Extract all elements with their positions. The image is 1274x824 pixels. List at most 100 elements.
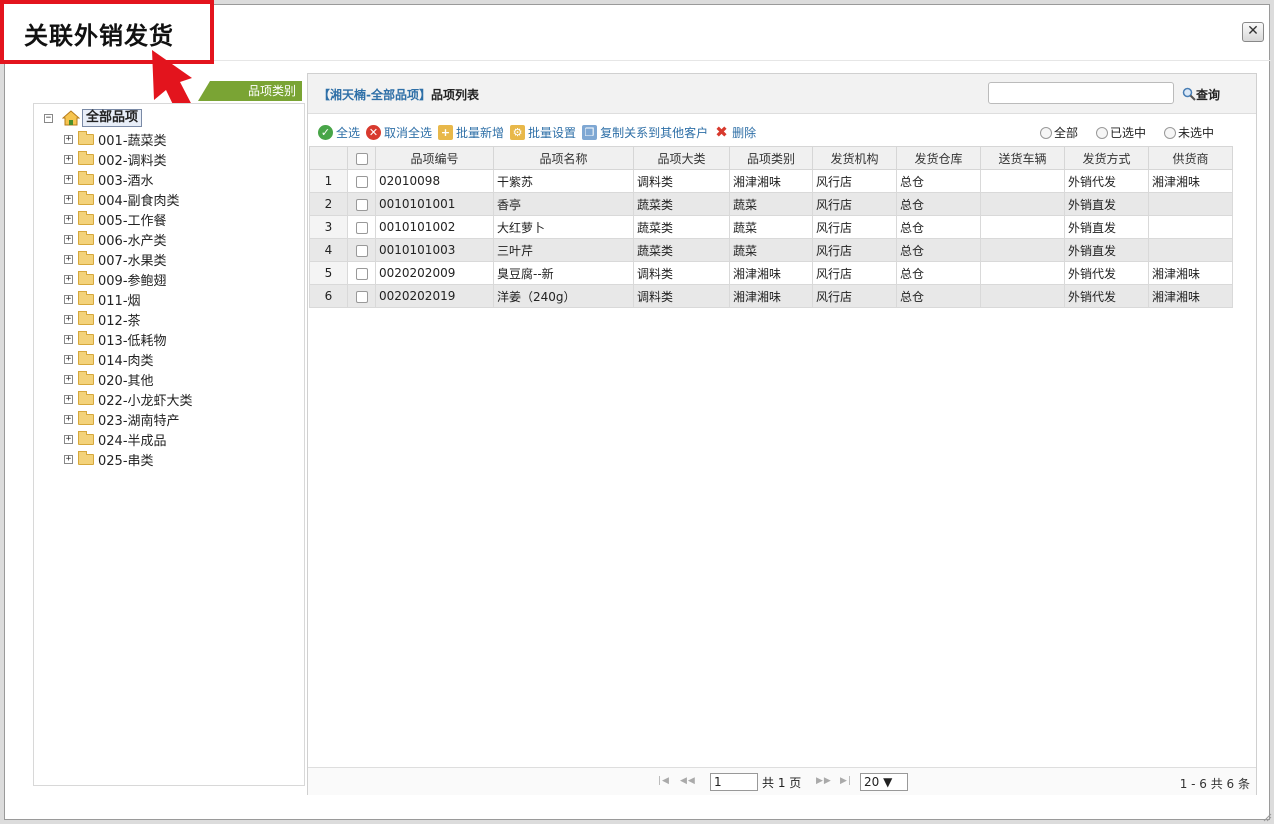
tree-node-label[interactable]: 022-小龙虾大类: [98, 390, 193, 409]
expand-icon[interactable]: +: [64, 274, 73, 284]
checkbox[interactable]: [355, 290, 368, 303]
batch-set-button[interactable]: ⚙ 批量设置: [510, 124, 576, 141]
tree-node-label[interactable]: 002-调料类: [98, 150, 167, 169]
expand-icon[interactable]: +: [64, 154, 73, 164]
expand-icon[interactable]: +: [64, 454, 73, 464]
tree-root-label[interactable]: 全部品项: [82, 109, 143, 127]
tree-node-label[interactable]: 003-酒水: [98, 170, 154, 189]
prev-page-button[interactable]: ◀◀: [680, 776, 696, 786]
deselect-all-button[interactable]: ✕ 取消全选: [366, 124, 432, 141]
expand-icon[interactable]: +: [64, 234, 73, 244]
filter-unselected-radio[interactable]: 未选中: [1164, 124, 1214, 141]
tree-node-label[interactable]: 011-烟: [98, 290, 141, 309]
tree-node[interactable]: +024-半成品: [64, 429, 193, 449]
expand-icon[interactable]: +: [64, 174, 73, 184]
checkbox[interactable]: [355, 267, 368, 280]
tree-node-label[interactable]: 025-串类: [98, 450, 154, 469]
table-row[interactable]: 4 0010101003 三叶芹 蔬菜类 蔬菜 风行店 总仓 外销直发: [309, 238, 1233, 262]
close-button[interactable]: ✕: [1242, 22, 1264, 42]
checkbox[interactable]: [355, 175, 368, 188]
tree-node[interactable]: +004-副食肉类: [64, 189, 193, 209]
resize-grip-icon[interactable]: [1262, 812, 1272, 822]
expand-icon[interactable]: +: [64, 334, 73, 344]
column-header[interactable]: 品项名称: [493, 146, 634, 170]
expand-icon[interactable]: +: [64, 394, 73, 404]
search-input[interactable]: [988, 82, 1174, 104]
radio-icon[interactable]: [1040, 126, 1052, 139]
row-checkbox-cell[interactable]: [347, 261, 376, 285]
table-row[interactable]: 1 02010098 干紫苏 调料类 湘津湘味 风行店 总仓 外销代发 湘津湘味: [309, 169, 1233, 193]
tree-node-label[interactable]: 013-低耗物: [98, 330, 167, 349]
tree-node[interactable]: +007-水果类: [64, 249, 193, 269]
tree-node-label[interactable]: 023-湖南特产: [98, 410, 180, 429]
column-header[interactable]: 送货车辆: [980, 146, 1065, 170]
select-all-button[interactable]: ✓ 全选: [318, 124, 360, 141]
row-checkbox-cell[interactable]: [347, 215, 376, 239]
table-row[interactable]: 5 0020202009 臭豆腐--新 调料类 湘津湘味 风行店 总仓 外销代发…: [309, 261, 1233, 285]
tree-node[interactable]: +013-低耗物: [64, 329, 193, 349]
expand-icon[interactable]: +: [64, 294, 73, 304]
radio-icon[interactable]: [1096, 126, 1109, 139]
row-checkbox-cell[interactable]: [347, 238, 376, 262]
expand-icon[interactable]: +: [64, 134, 73, 144]
tree-root-node[interactable]: − 全部品项: [44, 109, 143, 127]
column-header[interactable]: 品项大类: [633, 146, 730, 170]
search-button[interactable]: 查询: [1182, 84, 1220, 104]
tree-node[interactable]: +001-蔬菜类: [64, 129, 193, 149]
tree-node[interactable]: +011-烟: [64, 289, 193, 309]
page-size-select[interactable]: 20 ▼: [860, 773, 908, 791]
collapse-icon[interactable]: −: [44, 113, 53, 123]
expand-icon[interactable]: +: [64, 374, 73, 384]
tree-node-label[interactable]: 007-水果类: [98, 250, 167, 269]
last-page-button[interactable]: ▶|: [840, 776, 852, 786]
checkbox[interactable]: [355, 152, 368, 165]
expand-icon[interactable]: +: [64, 354, 73, 364]
tree-node[interactable]: +014-肉类: [64, 349, 193, 369]
expand-icon[interactable]: +: [64, 414, 73, 424]
expand-icon[interactable]: +: [64, 194, 73, 204]
row-checkbox-cell[interactable]: [347, 169, 376, 193]
tree-node-label[interactable]: 012-茶: [98, 310, 141, 329]
tree-node-label[interactable]: 004-副食肉类: [98, 190, 180, 209]
column-header[interactable]: 品项编号: [375, 146, 494, 170]
tree-node[interactable]: +022-小龙虾大类: [64, 389, 193, 409]
row-checkbox-cell[interactable]: [347, 192, 376, 216]
checkbox[interactable]: [355, 221, 368, 234]
expand-icon[interactable]: +: [64, 314, 73, 324]
expand-icon[interactable]: +: [64, 254, 73, 264]
tree-node-label[interactable]: 001-蔬菜类: [98, 130, 167, 149]
table-row[interactable]: 6 0020202019 洋姜（240g） 调料类 湘津湘味 风行店 总仓 外销…: [309, 284, 1233, 308]
tree-node[interactable]: +025-串类: [64, 449, 193, 469]
select-all-checkbox-header[interactable]: [347, 146, 376, 170]
copy-relation-button[interactable]: ❐ 复制关系到其他客户: [582, 124, 708, 141]
delete-button[interactable]: ✖ 删除: [714, 124, 756, 141]
tree-node-label[interactable]: 014-肉类: [98, 350, 154, 369]
tree-node[interactable]: +005-工作餐: [64, 209, 193, 229]
checkbox[interactable]: [355, 244, 368, 257]
tree-node[interactable]: +006-水产类: [64, 229, 193, 249]
column-header[interactable]: 发货方式: [1064, 146, 1149, 170]
tree-node[interactable]: +020-其他: [64, 369, 193, 389]
tree-node-label[interactable]: 009-参鲍翅: [98, 270, 167, 289]
page-number-input[interactable]: 1: [710, 773, 758, 791]
column-header[interactable]: 供货商: [1148, 146, 1233, 170]
tree-node[interactable]: +023-湖南特产: [64, 409, 193, 429]
table-row[interactable]: 2 0010101001 香亭 蔬菜类 蔬菜 风行店 总仓 外销直发: [309, 192, 1233, 216]
row-checkbox-cell[interactable]: [347, 284, 376, 308]
tree-node[interactable]: +002-调料类: [64, 149, 193, 169]
batch-add-button[interactable]: + 批量新增: [438, 124, 504, 141]
first-page-button[interactable]: |◀: [658, 776, 670, 786]
checkbox[interactable]: [355, 198, 368, 211]
column-header[interactable]: 品项类别: [729, 146, 813, 170]
radio-icon[interactable]: [1164, 126, 1177, 139]
tree-node-label[interactable]: 024-半成品: [98, 430, 167, 449]
column-header[interactable]: 发货仓库: [896, 146, 981, 170]
expand-icon[interactable]: +: [64, 214, 73, 224]
expand-icon[interactable]: +: [64, 434, 73, 444]
tree-node-label[interactable]: 005-工作餐: [98, 210, 167, 229]
filter-all-radio[interactable]: 全部: [1040, 124, 1078, 141]
column-header[interactable]: 发货机构: [812, 146, 897, 170]
tree-node-label[interactable]: 020-其他: [98, 370, 154, 389]
table-row[interactable]: 3 0010101002 大红萝卜 蔬菜类 蔬菜 风行店 总仓 外销直发: [309, 215, 1233, 239]
filter-selected-radio[interactable]: 已选中: [1096, 124, 1146, 141]
